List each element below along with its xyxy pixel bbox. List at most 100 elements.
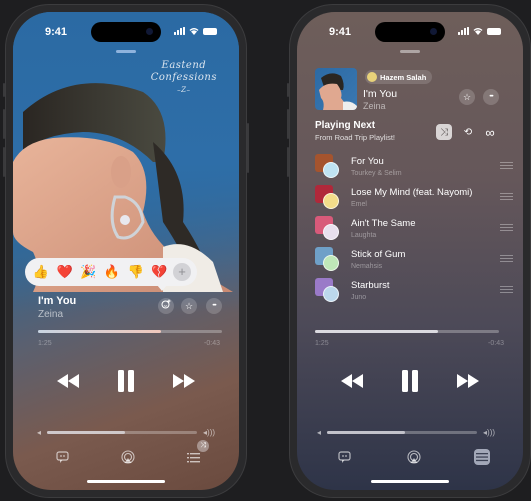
airplay-button[interactable] bbox=[405, 448, 423, 466]
playing-next-heading: Playing Next bbox=[315, 120, 376, 131]
home-indicator[interactable] bbox=[87, 480, 165, 483]
volume-control: ◂ ◂))) bbox=[317, 428, 495, 437]
action-button bbox=[3, 83, 5, 97]
volume-fill bbox=[327, 431, 406, 434]
phone-now-playing: Eastend Confessions –Z– 9:41 👍 ❤️ 🎉 🔥 👎 … bbox=[3, 4, 249, 498]
pause-button[interactable] bbox=[401, 370, 419, 392]
queue-item-title: Starburst bbox=[351, 280, 390, 291]
volume-up-button bbox=[3, 109, 5, 139]
queue-item-avatar bbox=[323, 286, 339, 302]
remaining-time: -0:43 bbox=[204, 340, 220, 347]
queue-item-artist: Nemahsis bbox=[351, 263, 383, 270]
fast-forward-button[interactable] bbox=[173, 374, 195, 388]
queue-item-avatar bbox=[323, 255, 339, 271]
star-icon: ☆ bbox=[184, 301, 194, 311]
elapsed-time: 1:25 bbox=[38, 340, 52, 347]
reorder-handle-icon[interactable] bbox=[500, 286, 513, 293]
queue-item-artist: Laughta bbox=[351, 232, 377, 239]
reorder-handle-icon[interactable] bbox=[500, 162, 513, 169]
reorder-handle-icon[interactable] bbox=[500, 224, 513, 231]
more-reactions-button[interactable]: + bbox=[173, 263, 192, 281]
status-bar: 9:41 bbox=[297, 22, 523, 42]
mini-portrait bbox=[319, 73, 357, 110]
home-indicator[interactable] bbox=[371, 480, 449, 483]
system-icons bbox=[174, 27, 217, 35]
queue-button-active[interactable] bbox=[474, 449, 490, 465]
remaining-time: -0:43 bbox=[488, 340, 504, 347]
queue-button[interactable]: ⤨ bbox=[185, 440, 209, 466]
volume-slider[interactable] bbox=[47, 431, 198, 434]
queue-item[interactable]: Lose My Mind (feat. Nayomi) Emel bbox=[315, 183, 513, 214]
shared-by-pill[interactable]: Hazem Salah bbox=[365, 70, 433, 84]
queue-item[interactable]: For You Tourkey & Selim bbox=[315, 152, 513, 183]
reaction-fire[interactable]: 🔥 bbox=[102, 264, 122, 280]
fast-forward-button[interactable] bbox=[457, 374, 479, 388]
more-options-button[interactable]: ••• bbox=[206, 298, 222, 314]
side-button bbox=[247, 123, 249, 173]
scrubber-fill bbox=[315, 330, 439, 333]
queue-item[interactable]: Ain't The Same Laughta bbox=[315, 214, 513, 245]
playing-next-source: From Road Trip Playlist! bbox=[315, 133, 396, 142]
favorite-button[interactable]: ☆ bbox=[181, 298, 197, 314]
reaction-thumbs-up[interactable]: 👍 bbox=[31, 264, 51, 280]
playback-scrubber[interactable] bbox=[38, 330, 222, 333]
queue-item[interactable]: Stick of Gum Nemahsis bbox=[315, 245, 513, 276]
favorite-button[interactable]: ☆ bbox=[459, 89, 475, 105]
volume-down-button bbox=[287, 147, 289, 177]
bottom-toolbar bbox=[297, 448, 523, 466]
volume-slider[interactable] bbox=[327, 431, 478, 434]
queue-item-avatar bbox=[323, 162, 339, 178]
bottom-toolbar: ⤨ bbox=[13, 440, 239, 466]
cellular-signal-icon bbox=[458, 27, 469, 35]
reorder-handle-icon[interactable] bbox=[500, 255, 513, 262]
queue-list: For You Tourkey & Selim Lose My Mind (fe… bbox=[315, 152, 513, 307]
track-artist[interactable]: Zeina bbox=[38, 309, 63, 320]
reaction-picker: 👍 ❤️ 🎉 🔥 👎 💔 + bbox=[25, 258, 197, 291]
screen: Eastend Confessions –Z– 9:41 👍 ❤️ 🎉 🔥 👎 … bbox=[13, 12, 239, 490]
lyrics-button[interactable] bbox=[53, 448, 71, 466]
airplay-button[interactable] bbox=[119, 448, 137, 466]
status-bar: 9:41 bbox=[13, 22, 239, 42]
reaction-thumbs-down[interactable]: 👎 bbox=[126, 264, 146, 280]
queue-item-title: For You bbox=[351, 156, 384, 167]
repeat-button[interactable]: ⟲ bbox=[460, 124, 476, 140]
airplay-icon bbox=[406, 450, 421, 464]
infinity-icon: ∞ bbox=[485, 124, 495, 140]
reaction-broken-heart[interactable]: 💔 bbox=[149, 264, 169, 280]
wifi-icon bbox=[189, 28, 199, 35]
rewind-button[interactable] bbox=[341, 374, 363, 388]
more-options-button[interactable]: ••• bbox=[483, 89, 499, 105]
repeat-icon: ⟲ bbox=[463, 126, 473, 138]
autoplay-button[interactable]: ∞ bbox=[482, 124, 498, 140]
react-button[interactable] bbox=[158, 298, 174, 314]
status-time: 9:41 bbox=[45, 26, 68, 38]
battery-icon bbox=[203, 27, 217, 35]
volume-down-button bbox=[3, 147, 5, 177]
list-icon bbox=[476, 453, 488, 462]
pause-button[interactable] bbox=[117, 370, 135, 392]
queue-item-title: Lose My Mind (feat. Nayomi) bbox=[351, 187, 473, 198]
mini-track-artist[interactable]: Zeina bbox=[363, 101, 386, 111]
volume-up-button bbox=[287, 109, 289, 139]
battery-icon bbox=[487, 27, 501, 35]
reaction-party-popper[interactable]: 🎉 bbox=[78, 264, 98, 280]
action-button bbox=[287, 83, 289, 97]
phone-queue: 9:41 Hazem Salah I'm You Zeina ☆ ••• Pla… bbox=[287, 4, 531, 498]
lyrics-button[interactable] bbox=[335, 448, 353, 466]
queue-item-title: Ain't The Same bbox=[351, 218, 416, 229]
airplay-icon bbox=[121, 450, 135, 464]
rewind-button[interactable] bbox=[57, 374, 79, 388]
sharer-avatar bbox=[367, 72, 377, 82]
playback-controls bbox=[297, 370, 523, 392]
screen: 9:41 Hazem Salah I'm You Zeina ☆ ••• Pla… bbox=[297, 12, 523, 490]
reorder-handle-icon[interactable] bbox=[500, 193, 513, 200]
dynamic-island bbox=[375, 22, 445, 42]
reaction-heart[interactable]: ❤️ bbox=[55, 264, 75, 280]
volume-low-icon: ◂ bbox=[317, 428, 322, 437]
playback-scrubber[interactable] bbox=[315, 330, 499, 333]
shuffle-button[interactable]: ⤨ bbox=[436, 124, 452, 140]
sheet-grabber[interactable] bbox=[400, 50, 420, 53]
sheet-grabber[interactable] bbox=[116, 50, 136, 53]
mini-album-artwork[interactable] bbox=[315, 68, 357, 110]
queue-item[interactable]: Starburst Juno bbox=[315, 276, 513, 307]
